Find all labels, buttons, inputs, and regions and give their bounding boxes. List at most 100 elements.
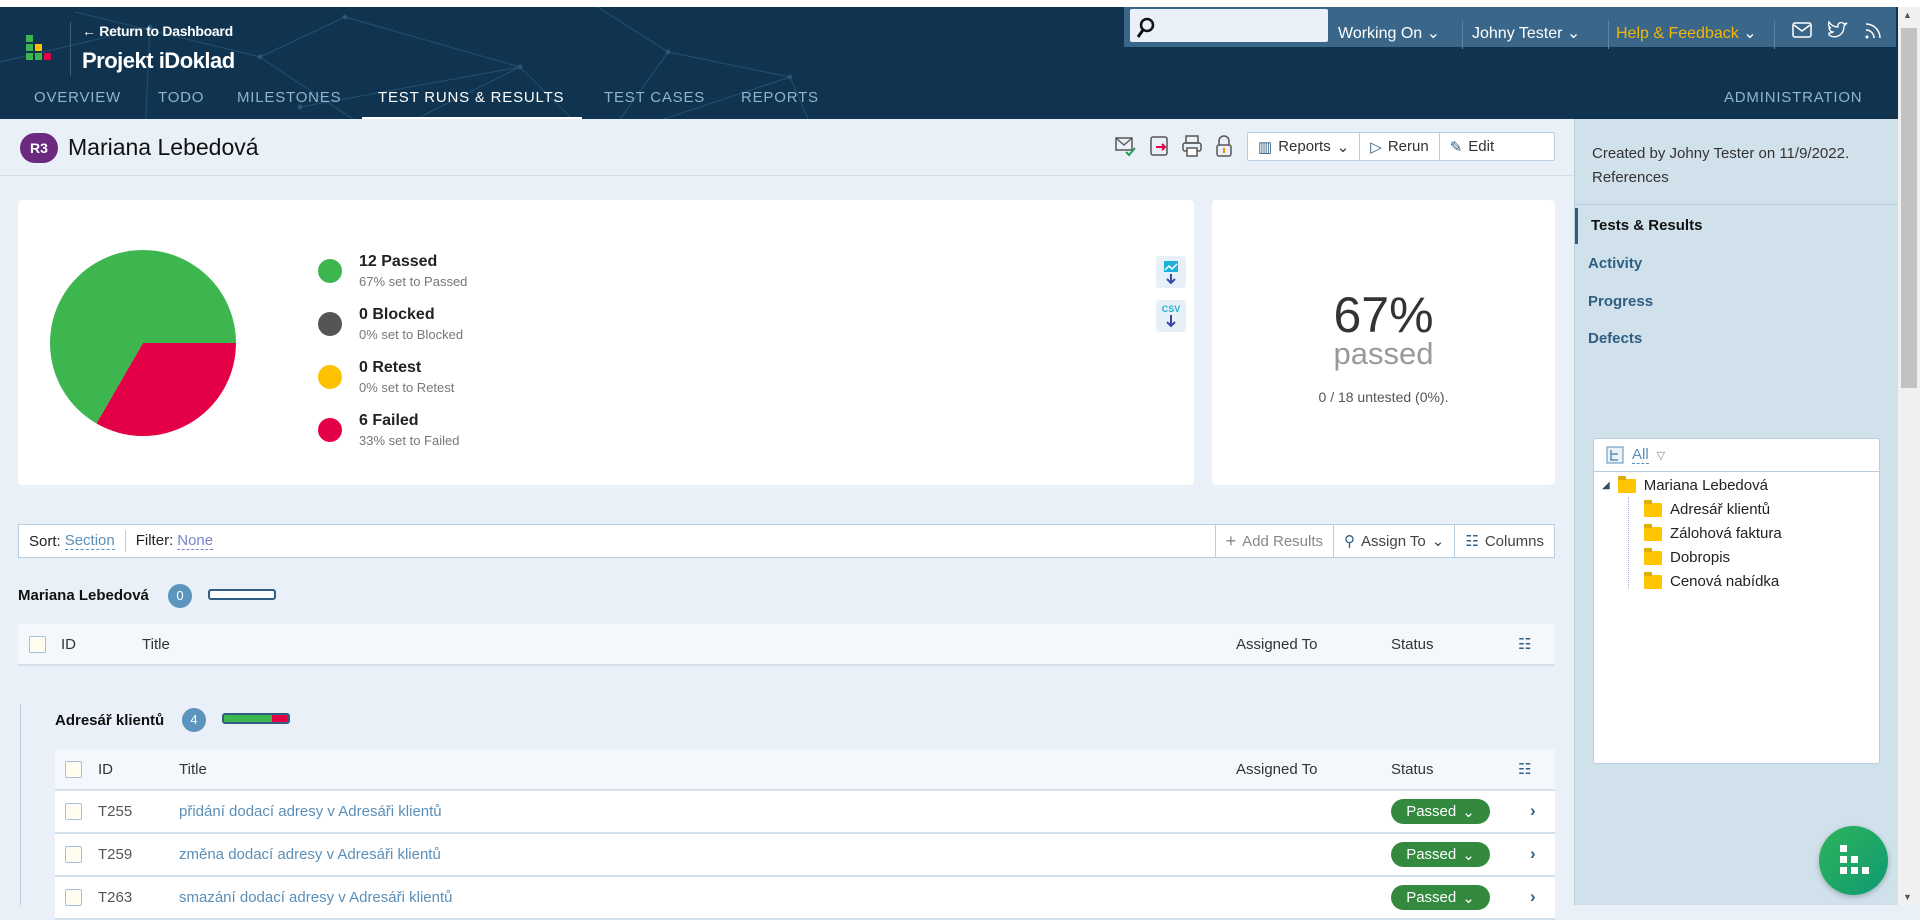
filter-label: Filter:: [135, 532, 174, 549]
test-title-link[interactable]: smazání dodací adresy v Adresáři klientů: [179, 889, 452, 906]
project-title[interactable]: Projekt iDoklad: [82, 48, 235, 74]
section-progress-bar: [208, 589, 276, 600]
reports-label: Reports: [1278, 138, 1331, 155]
search-input[interactable]: [1130, 9, 1328, 42]
test-title-link[interactable]: přidání dodací adresy v Adresáři klientů: [179, 803, 442, 820]
mail-icon[interactable]: [1792, 22, 1812, 38]
status-dropdown[interactable]: Passed ⌄: [1391, 885, 1490, 910]
rerun-label: Rerun: [1387, 138, 1429, 155]
tree-filter-selector[interactable]: All: [1632, 446, 1649, 464]
sidebar-item-defects[interactable]: Defects: [1588, 330, 1642, 347]
export-csv-button[interactable]: CSV: [1156, 300, 1186, 332]
column-status[interactable]: Status: [1391, 761, 1434, 778]
chevron-down-icon: ⌄: [1426, 25, 1441, 42]
chevron-down-icon: ⌄: [1566, 25, 1581, 42]
column-assigned-to[interactable]: Assigned To: [1236, 636, 1317, 653]
columns-label: Columns: [1484, 532, 1544, 550]
edit-button[interactable]: ✎ Edit: [1440, 133, 1504, 160]
add-results-button[interactable]: + Add Results: [1214, 525, 1333, 557]
app-launcher-button[interactable]: [1819, 826, 1888, 895]
triangle-down-icon[interactable]: ▽: [1657, 449, 1665, 462]
row-checkbox[interactable]: [65, 846, 82, 863]
tree-item[interactable]: Adresář klientů: [1644, 499, 1770, 518]
testrail-logo-icon: [1840, 845, 1869, 874]
row-checkbox[interactable]: [65, 803, 82, 820]
legend-label: 0 Retest: [359, 359, 422, 376]
test-id[interactable]: T255: [98, 803, 132, 820]
assign-to-button[interactable]: ⚲ Assign To ⌄: [1333, 525, 1454, 557]
tab-todo[interactable]: TODO: [158, 89, 204, 106]
tree-item[interactable]: Zálohová faktura: [1644, 523, 1782, 542]
return-to-dashboard-link[interactable]: ← Return to Dashboard: [82, 23, 233, 39]
chevron-right-icon[interactable]: ›: [1530, 887, 1536, 907]
tree-item-root[interactable]: ◢ Mariana Lebedová: [1602, 475, 1768, 494]
chevron-down-icon: ⌄: [1462, 846, 1475, 864]
tab-milestones[interactable]: MILESTONES: [237, 89, 341, 106]
sort-selector[interactable]: Section: [64, 532, 115, 550]
column-id[interactable]: ID: [61, 636, 76, 653]
chevron-down-icon: ⌄: [1462, 803, 1475, 821]
help-feedback-dropdown[interactable]: Help & Feedback ⌄: [1616, 23, 1757, 43]
section-title[interactable]: Mariana Lebedová: [18, 587, 149, 604]
tree-item[interactable]: Cenová nabídka: [1644, 571, 1779, 590]
table-header: ID Title Assigned To Status ☷: [18, 624, 1555, 666]
close-run-icon[interactable]: [1148, 134, 1172, 158]
rerun-button[interactable]: ▷ Rerun: [1360, 133, 1440, 160]
lock-icon[interactable]: [1212, 134, 1236, 158]
tab-test-cases[interactable]: TEST CASES: [604, 89, 705, 106]
twitter-icon[interactable]: [1827, 20, 1849, 40]
tab-test-runs-results[interactable]: TEST RUNS & RESULTS: [378, 89, 564, 106]
run-created-info: Created by Johny Tester on 11/9/2022. Re…: [1592, 142, 1882, 190]
column-status[interactable]: Status: [1391, 636, 1434, 653]
bar-chart-icon: ▥: [1258, 138, 1273, 156]
chevron-right-icon[interactable]: ›: [1530, 801, 1536, 821]
folder-icon: [1644, 523, 1662, 541]
tree-filter: All ▽: [1594, 439, 1879, 472]
user-dropdown[interactable]: Johny Tester ⌄: [1472, 23, 1580, 43]
sidebar-item-tests-results[interactable]: Tests & Results: [1591, 217, 1702, 234]
column-settings-icon[interactable]: ☷: [1518, 635, 1531, 653]
collapse-triangle-icon[interactable]: ◢: [1602, 480, 1610, 491]
test-id[interactable]: T259: [98, 846, 132, 863]
rss-icon[interactable]: [1864, 22, 1882, 40]
column-assigned-to[interactable]: Assigned To: [1236, 761, 1317, 778]
column-title[interactable]: Title: [142, 636, 170, 653]
tree-item[interactable]: Dobropis: [1644, 547, 1730, 566]
reports-button[interactable]: ▥ Reports ⌄: [1248, 133, 1361, 160]
divider: [1774, 21, 1775, 49]
tab-overview[interactable]: OVERVIEW: [34, 89, 121, 106]
test-id[interactable]: T263: [98, 889, 132, 906]
filter-selector[interactable]: None: [177, 532, 214, 550]
assign-to-label: Assign To: [1361, 532, 1426, 550]
scrollbar-thumb[interactable]: [1901, 28, 1917, 388]
untested-summary: 0 / 18 untested (0%).: [1318, 389, 1449, 405]
tree-guide-line: [1628, 497, 1629, 589]
progress-passed: [224, 715, 272, 722]
status-dropdown[interactable]: Passed ⌄: [1391, 799, 1490, 824]
columns-button[interactable]: ☷ Columns: [1454, 525, 1554, 557]
email-check-icon[interactable]: [1114, 134, 1138, 158]
test-title-link[interactable]: změna dodací adresy v Adresáři klientů: [179, 846, 441, 863]
scroll-up-arrow-icon[interactable]: ▲: [1903, 10, 1912, 20]
tab-reports[interactable]: REPORTS: [741, 89, 819, 106]
sidebar-item-activity[interactable]: Activity: [1588, 255, 1642, 272]
row-checkbox[interactable]: [65, 889, 82, 906]
section-title[interactable]: Adresář klientů: [55, 712, 164, 729]
print-icon[interactable]: [1180, 134, 1204, 158]
tab-administration[interactable]: ADMINISTRATION: [1724, 89, 1862, 106]
legend-sublabel: 0% set to Blocked: [359, 327, 464, 342]
column-title[interactable]: Title: [179, 761, 207, 778]
working-on-dropdown[interactable]: Working On ⌄: [1338, 23, 1440, 43]
select-all-checkbox[interactable]: [29, 636, 46, 653]
column-id[interactable]: ID: [98, 761, 113, 778]
column-settings-icon[interactable]: ☷: [1518, 760, 1531, 778]
tree-item-label: Mariana Lebedová: [1643, 477, 1768, 494]
sidebar-item-progress[interactable]: Progress: [1588, 293, 1653, 310]
chevron-right-icon[interactable]: ›: [1530, 844, 1536, 864]
legend-swatch: [318, 418, 342, 442]
scroll-down-arrow-icon[interactable]: ▼: [1903, 892, 1912, 902]
status-dropdown[interactable]: Passed ⌄: [1391, 842, 1490, 867]
folder-icon: [1644, 499, 1662, 517]
export-image-button[interactable]: [1156, 256, 1186, 288]
select-all-checkbox[interactable]: [65, 761, 82, 778]
